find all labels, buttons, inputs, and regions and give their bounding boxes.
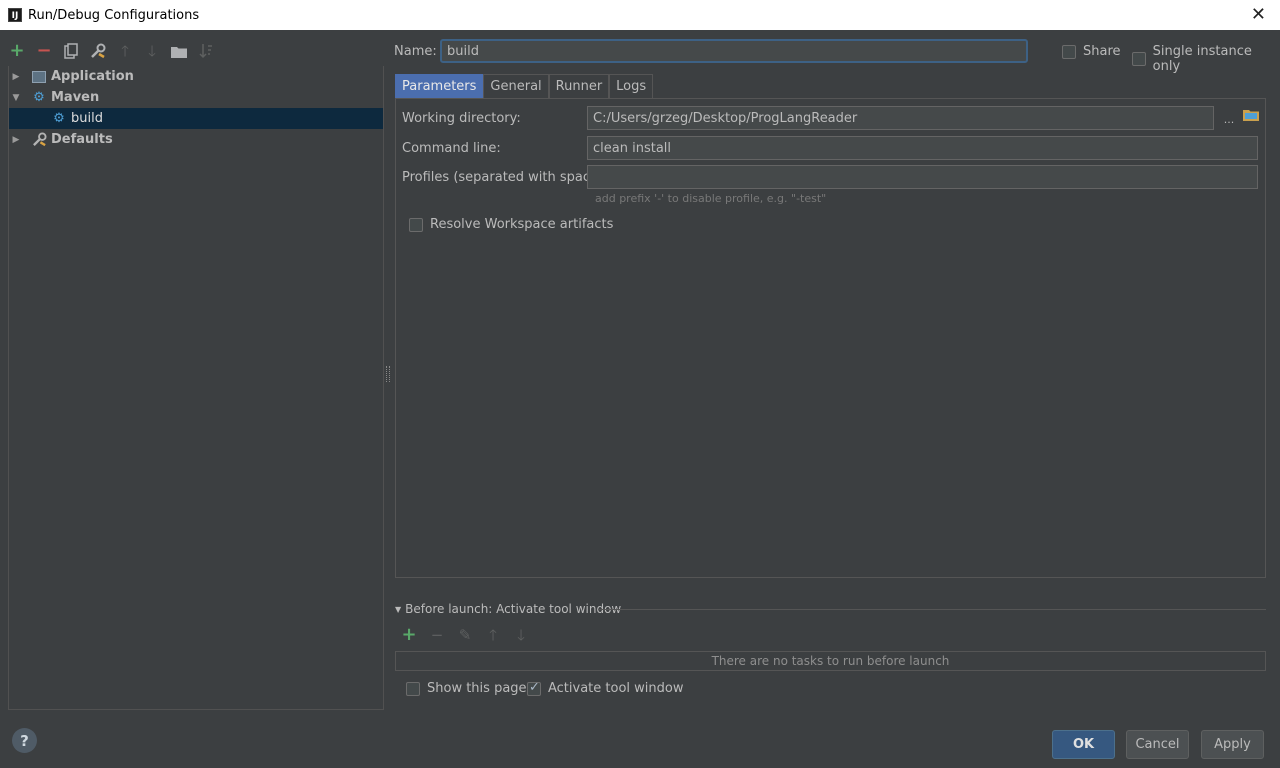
activate-tool-window-checkbox[interactable]: Activate tool window bbox=[527, 680, 684, 696]
tree-item-application[interactable]: ▶ Application bbox=[9, 66, 383, 87]
working-directory-field[interactable]: C:/Users/grzeg/Desktop/ProgLangReader bbox=[587, 106, 1214, 130]
before-launch-header[interactable]: ▼ Before launch: Activate tool window bbox=[395, 602, 621, 616]
edit-task-icon[interactable]: ✎ bbox=[456, 626, 474, 644]
before-launch-divider bbox=[598, 609, 1266, 610]
collapse-arrow-icon[interactable]: ▼ bbox=[9, 93, 23, 103]
cancel-button[interactable]: Cancel bbox=[1126, 730, 1189, 759]
name-input[interactable] bbox=[440, 39, 1028, 63]
show-page-checkbox-box[interactable] bbox=[406, 681, 420, 696]
before-launch-title: Before launch: Activate tool window bbox=[405, 602, 622, 616]
tree-item-build[interactable]: ⚙ build bbox=[9, 108, 383, 129]
share-checkbox-box[interactable] bbox=[1062, 44, 1076, 59]
move-task-down-icon[interactable]: 🡓 bbox=[512, 626, 530, 644]
splitter-handle[interactable] bbox=[386, 366, 390, 382]
help-button[interactable]: ? bbox=[12, 728, 37, 753]
working-directory-label: Working directory: bbox=[402, 111, 521, 126]
activate-tool-window-label: Activate tool window bbox=[548, 681, 684, 696]
application-icon bbox=[31, 69, 47, 85]
resolve-workspace-checkbox[interactable]: Resolve Workspace artifacts bbox=[409, 217, 613, 232]
collapse-triangle-icon[interactable]: ▼ bbox=[395, 605, 401, 614]
sort-icon[interactable] bbox=[197, 42, 215, 60]
window-title: Run/Debug Configurations bbox=[28, 7, 200, 23]
config-tabs: Parameters General Runner Logs bbox=[395, 74, 654, 98]
tree-item-label: Defaults bbox=[51, 132, 113, 147]
expand-arrow-icon[interactable]: ▶ bbox=[9, 135, 23, 145]
profiles-field[interactable] bbox=[587, 165, 1258, 189]
single-instance-checkbox-box[interactable] bbox=[1132, 52, 1146, 66]
share-checkbox[interactable]: Share bbox=[1062, 44, 1121, 59]
add-icon[interactable]: + bbox=[8, 42, 26, 60]
move-up-icon[interactable]: 🡑 bbox=[116, 42, 134, 60]
folder-icon[interactable] bbox=[170, 42, 188, 60]
show-page-label: Show this page bbox=[427, 681, 527, 696]
move-task-up-icon[interactable]: 🡑 bbox=[484, 626, 502, 644]
profiles-hint: add prefix '-' to disable profile, e.g. … bbox=[595, 192, 827, 205]
intellij-app-icon: IJ bbox=[8, 8, 22, 22]
title-bar: IJ Run/Debug Configurations ✕ bbox=[0, 0, 1280, 30]
ok-button[interactable]: OK bbox=[1052, 730, 1115, 759]
before-launch-toolbar: + − ✎ 🡑 🡓 bbox=[400, 626, 530, 644]
name-label: Name: bbox=[394, 44, 437, 59]
remove-icon[interactable]: − bbox=[35, 42, 53, 60]
select-module-folder-icon[interactable] bbox=[1243, 108, 1259, 121]
move-down-icon[interactable]: 🡓 bbox=[143, 42, 161, 60]
tab-runner[interactable]: Runner bbox=[548, 74, 610, 98]
tree-item-label: Application bbox=[51, 69, 134, 84]
browse-button[interactable]: ... bbox=[1218, 108, 1240, 130]
copy-icon[interactable] bbox=[62, 42, 80, 60]
profiles-label: Profiles (separated with space): bbox=[402, 170, 608, 185]
show-page-checkbox[interactable]: Show this page bbox=[406, 681, 527, 696]
maven-gear-icon: ⚙ bbox=[53, 111, 65, 126]
command-line-field[interactable]: clean install bbox=[587, 136, 1258, 160]
activate-tool-window-checkbox-box[interactable] bbox=[527, 680, 541, 696]
resolve-workspace-label: Resolve Workspace artifacts bbox=[430, 217, 614, 232]
apply-button[interactable]: Apply bbox=[1201, 730, 1264, 759]
tree-item-defaults[interactable]: ▶ Defaults bbox=[9, 129, 383, 150]
config-toolbar: + − 🡑 🡓 bbox=[8, 40, 215, 62]
tree-item-label: build bbox=[71, 111, 103, 126]
expand-arrow-icon[interactable]: ▶ bbox=[9, 72, 23, 82]
single-instance-checkbox[interactable]: Single instance only bbox=[1132, 44, 1280, 74]
tree-item-maven[interactable]: ▼ ⚙ Maven bbox=[9, 87, 383, 108]
tree-item-label: Maven bbox=[51, 90, 100, 105]
resolve-workspace-checkbox-box[interactable] bbox=[409, 217, 423, 232]
close-icon[interactable]: ✕ bbox=[1251, 4, 1266, 25]
add-task-icon[interactable]: + bbox=[400, 626, 418, 644]
configuration-tree: ▶ Application ▼ ⚙ Maven ⚙ build ▶ Defaul… bbox=[8, 66, 384, 710]
single-instance-label: Single instance only bbox=[1152, 44, 1252, 74]
before-launch-tasks-list: There are no tasks to run before launch bbox=[395, 651, 1266, 671]
tab-general[interactable]: General bbox=[483, 74, 549, 98]
tab-logs[interactable]: Logs bbox=[609, 74, 654, 98]
command-line-label: Command line: bbox=[402, 141, 501, 156]
wrench-icon bbox=[31, 132, 47, 148]
no-tasks-text: There are no tasks to run before launch bbox=[711, 654, 950, 668]
maven-gear-icon: ⚙ bbox=[33, 90, 45, 105]
tab-parameters[interactable]: Parameters bbox=[395, 74, 484, 98]
remove-task-icon[interactable]: − bbox=[428, 626, 446, 644]
edit-defaults-icon[interactable] bbox=[89, 42, 107, 60]
share-label: Share bbox=[1083, 44, 1121, 59]
